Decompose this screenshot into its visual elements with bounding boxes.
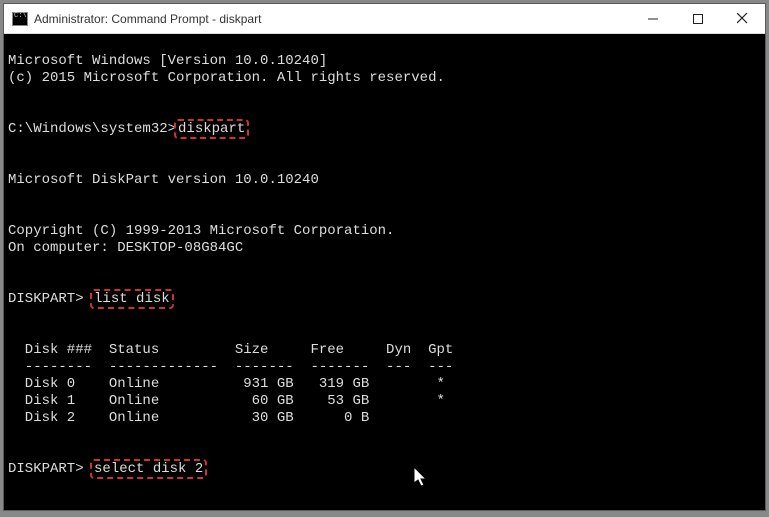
- output-line: (c) 2015 Microsoft Corporation. All righ…: [8, 70, 445, 86]
- command-highlight: list disk: [90, 289, 174, 309]
- table-row: Disk 1 Online 60 GB 53 GB *: [8, 393, 445, 409]
- table-header: Disk ### Status Size Free Dyn Gpt: [8, 342, 453, 358]
- command-prompt-window: C:\ Administrator: Command Prompt - disk…: [3, 3, 766, 511]
- terminal-output[interactable]: Microsoft Windows [Version 10.0.10240] (…: [4, 34, 765, 510]
- output-line: Microsoft DiskPart version 10.0.10240: [8, 172, 319, 188]
- command-highlight: select disk 2: [90, 459, 207, 479]
- output-line: On computer: DESKTOP-08G84GC: [8, 240, 243, 256]
- command-highlight: diskpart: [174, 119, 249, 139]
- cmd-icon: C:\: [12, 12, 28, 26]
- output-line: Copyright (C) 1999-2013 Microsoft Corpor…: [8, 223, 394, 239]
- table-separator: -------- ------------- ------- ------- -…: [8, 359, 453, 375]
- window-title: Administrator: Command Prompt - diskpart: [34, 12, 630, 26]
- table-row: Disk 2 Online 30 GB 0 B: [8, 410, 369, 426]
- table-row: Disk 0 Online 931 GB 319 GB *: [8, 376, 445, 392]
- diskpart-prompt: DISKPART>: [8, 461, 84, 477]
- close-button[interactable]: [720, 4, 765, 33]
- prompt-path: C:\Windows\system32>: [8, 121, 176, 137]
- window-controls: [630, 4, 765, 33]
- output-line: Microsoft Windows [Version 10.0.10240]: [8, 53, 327, 69]
- diskpart-prompt: DISKPART>: [8, 291, 84, 307]
- minimize-button[interactable]: [630, 4, 675, 33]
- maximize-button[interactable]: [675, 4, 720, 33]
- titlebar[interactable]: C:\ Administrator: Command Prompt - disk…: [4, 4, 765, 34]
